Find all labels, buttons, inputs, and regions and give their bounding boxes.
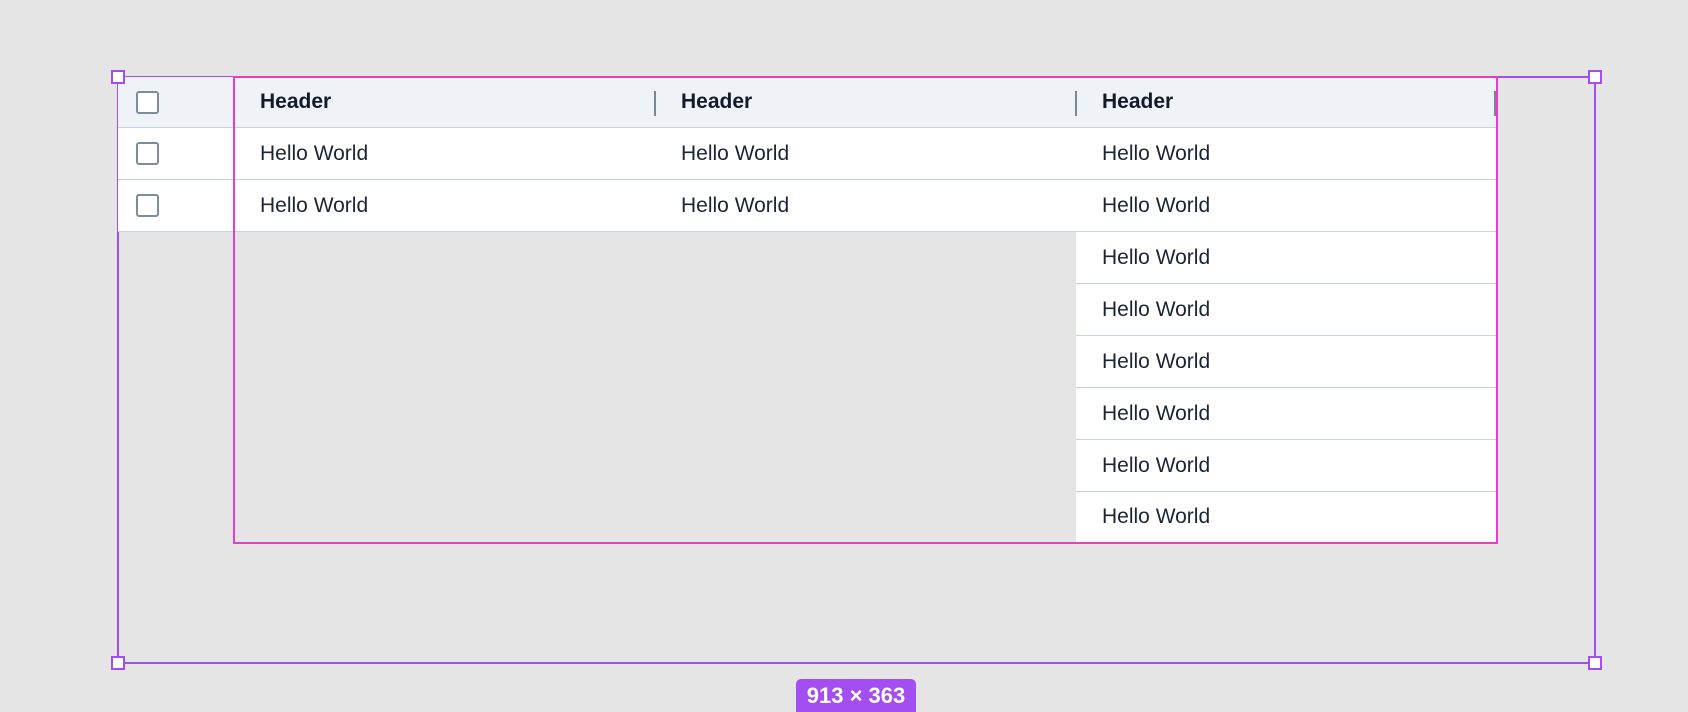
cell-text: Hello World — [1102, 505, 1211, 528]
resize-handle-top-right[interactable] — [1588, 70, 1602, 84]
table-cell[interactable]: Hello World — [234, 180, 655, 232]
cell-text: Hello World — [1102, 141, 1211, 165]
column-resize-handle-1[interactable] — [654, 91, 656, 116]
table-cell[interactable]: Hello World — [234, 128, 655, 180]
cell-text: Hello World — [681, 141, 790, 165]
header-label-3: Header — [1102, 90, 1174, 113]
header-cell-2[interactable]: Header — [655, 77, 1076, 128]
cell-text: Hello World — [260, 141, 369, 165]
column-resize-handle-2[interactable] — [1075, 91, 1077, 116]
size-label: 913 × 363 — [806, 682, 906, 708]
table-cell[interactable]: Hello World — [655, 128, 1076, 180]
select-all-checkbox[interactable] — [136, 90, 159, 114]
overflow-cell[interactable]: Hello World — [1076, 492, 1496, 542]
header-label-1: Header — [260, 90, 332, 113]
row-1-checkbox-cell — [118, 128, 234, 180]
cell-text: Hello World — [1102, 193, 1211, 217]
column-resize-handle-3[interactable] — [1494, 91, 1496, 116]
header-checkbox-cell — [118, 77, 234, 128]
cell-text: Hello World — [1102, 297, 1211, 321]
size-badge: 913 × 363 — [796, 679, 916, 712]
cell-text: Hello World — [1102, 349, 1211, 373]
overflow-cell[interactable]: Hello World — [1076, 232, 1496, 284]
row-1-checkbox[interactable] — [136, 142, 159, 165]
table-cell[interactable]: Hello World — [1076, 180, 1496, 232]
overflow-cell[interactable]: Hello World — [1076, 388, 1496, 440]
table-cell[interactable]: Hello World — [655, 180, 1076, 232]
row-2-checkbox[interactable] — [136, 194, 159, 217]
header-label-2: Header — [681, 90, 753, 113]
cell-text: Hello World — [1102, 245, 1211, 269]
overflow-cell[interactable]: Hello World — [1076, 336, 1496, 388]
resize-handle-bottom-left[interactable] — [111, 656, 125, 670]
overflow-cell[interactable]: Hello World — [1076, 284, 1496, 336]
cell-text: Hello World — [1102, 401, 1211, 425]
resize-handle-bottom-right[interactable] — [1588, 656, 1602, 670]
table-cell[interactable]: Hello World — [1076, 128, 1496, 180]
header-cell-3[interactable]: Header — [1076, 77, 1496, 128]
resize-handle-top-left[interactable] — [111, 70, 125, 84]
header-cell-1[interactable]: Header — [234, 77, 655, 128]
cell-text: Hello World — [1102, 453, 1211, 477]
cell-text: Hello World — [681, 193, 790, 217]
cell-text: Hello World — [260, 193, 369, 217]
row-2-checkbox-cell — [118, 180, 234, 232]
overflow-cell[interactable]: Hello World — [1076, 440, 1496, 492]
